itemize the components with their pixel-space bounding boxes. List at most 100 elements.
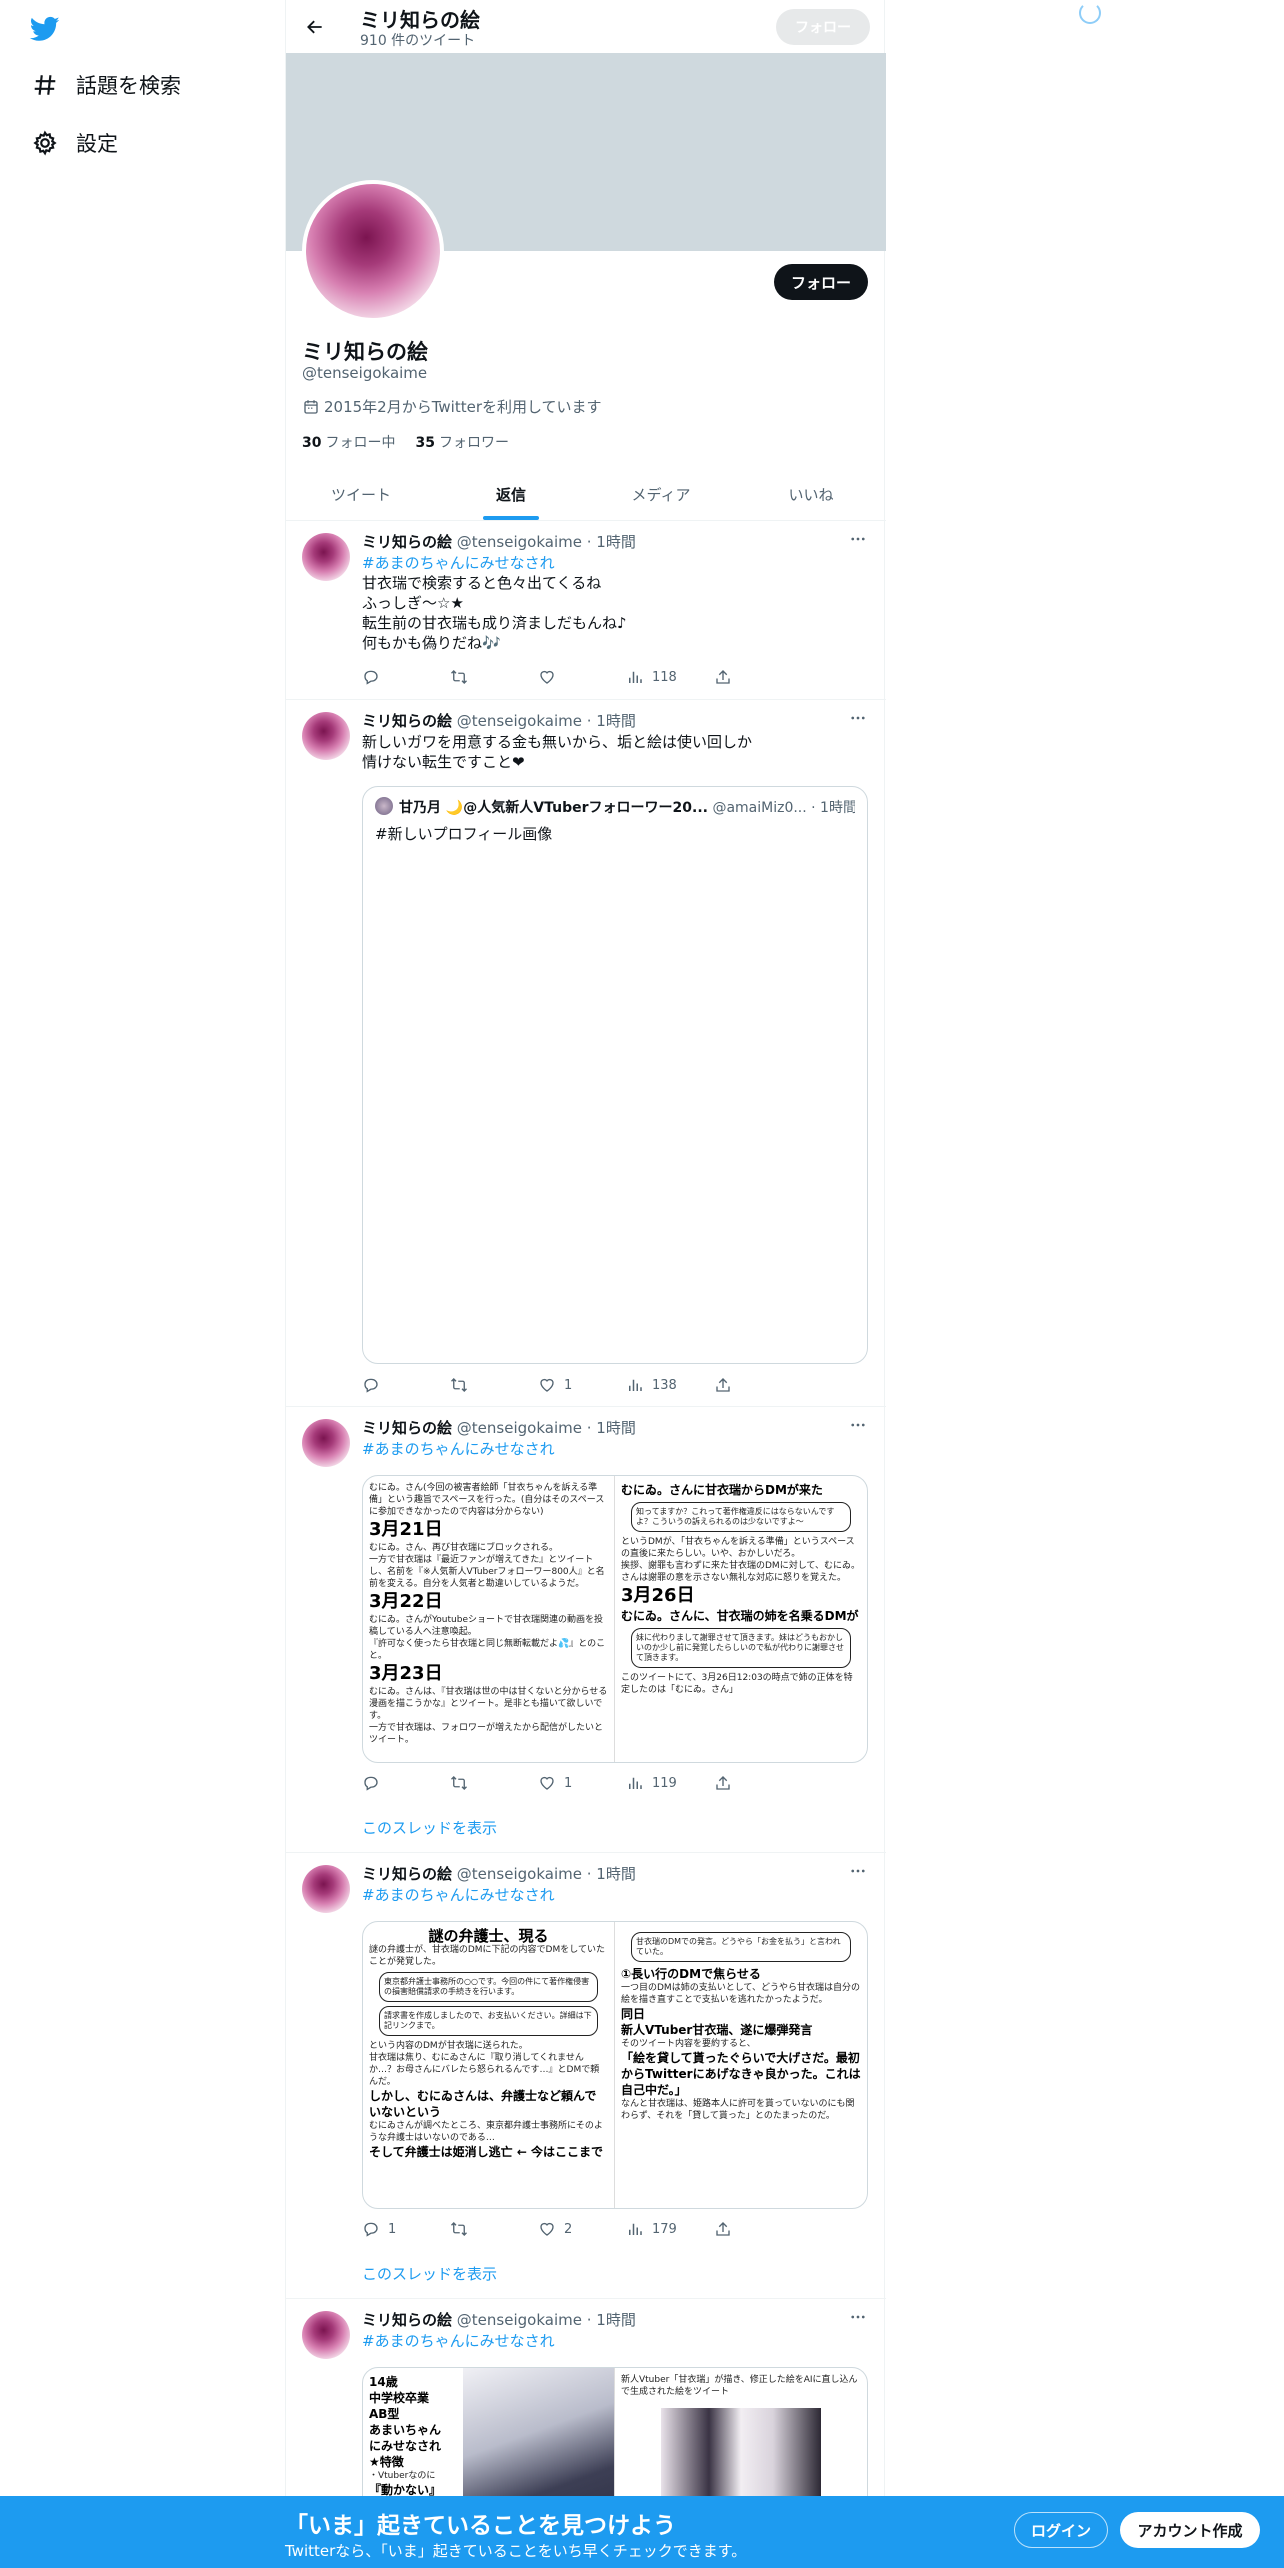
- tweet-line: ふっしぎ～☆★: [362, 594, 464, 612]
- like-button[interactable]: [538, 667, 626, 687]
- tweet[interactable]: ミリ知らの絵 @tenseigokaime · 1時間 新しいガワを用意する金も…: [286, 700, 886, 1407]
- views-button[interactable]: 118: [626, 667, 714, 687]
- back-arrow-icon[interactable]: [302, 14, 328, 40]
- tweet-author-name[interactable]: ミリ知らの絵: [362, 1419, 452, 1437]
- more-options-icon[interactable]: [846, 1859, 870, 1883]
- reply-button[interactable]: [362, 667, 450, 687]
- hashtag-icon: [30, 70, 60, 100]
- reply-icon: [364, 1776, 378, 1791]
- retweet-button[interactable]: [450, 667, 538, 687]
- tweet-header: ミリ知らの絵 @tenseigokaime · 1時間: [362, 2309, 636, 2330]
- tweet-author-name[interactable]: ミリ知らの絵: [362, 712, 452, 730]
- loading-spinner-icon: [1079, 2, 1101, 24]
- signup-button[interactable]: アカウント作成: [1120, 2512, 1260, 2548]
- media-panel-left: 謎の弁護士、現る 謎の弁護士が、甘衣瑞のDMに下記の内容でDMをしていたことが発…: [363, 1922, 615, 2208]
- heart-icon: [540, 1378, 554, 1392]
- tweet-author-name[interactable]: ミリ知らの絵: [362, 2311, 452, 2329]
- tweet-hashtag[interactable]: #あまのちゃんにみせなされ: [362, 1439, 870, 1459]
- tweet-avatar[interactable]: [302, 1419, 350, 1467]
- retweet-button[interactable]: [450, 1773, 538, 1793]
- retweet-button[interactable]: [450, 1375, 538, 1395]
- like-button[interactable]: 1: [538, 1375, 626, 1395]
- tweet-time[interactable]: · 1時間: [587, 1419, 636, 1437]
- retweet-button[interactable]: [450, 2219, 538, 2239]
- tweet-line: 何もかも偽りだね🎶: [362, 634, 501, 652]
- tab-replies[interactable]: 返信: [436, 468, 586, 520]
- reply-button[interactable]: 1: [362, 2219, 450, 2239]
- views-button[interactable]: 179: [626, 2219, 714, 2239]
- tweet-author-handle[interactable]: @tenseigokaime: [457, 2311, 582, 2329]
- share-icon: [716, 1776, 730, 1790]
- reply-button[interactable]: [362, 1375, 450, 1395]
- like-button[interactable]: 2: [538, 2219, 626, 2239]
- views-button[interactable]: 119: [626, 1773, 714, 1793]
- twitter-logo-icon[interactable]: [28, 14, 62, 44]
- more-options-icon[interactable]: [846, 2305, 870, 2329]
- nav-explore[interactable]: 話題を検索: [30, 70, 181, 100]
- profile-avatar[interactable]: [302, 180, 444, 322]
- share-icon: [716, 670, 730, 684]
- tweet-author-handle[interactable]: @tenseigokaime: [457, 1419, 582, 1437]
- quoted-tweet[interactable]: 甘乃月 🌙@人気新人VTuberフォローワー20... @amaiMiz0...…: [362, 786, 868, 1364]
- share-button[interactable]: [714, 1375, 802, 1395]
- tweet-time[interactable]: · 1時間: [587, 533, 636, 551]
- follow-button[interactable]: フォロー: [774, 264, 868, 300]
- tweet-avatar[interactable]: [302, 1865, 350, 1913]
- heart-icon: [540, 1776, 554, 1790]
- tweet-hashtag[interactable]: #あまのちゃんにみせなされ: [362, 553, 870, 573]
- tweet-media-image[interactable]: むにゐ。さん(今回の被害者絵師「甘衣ちゃんを訴える準備」という趣旨でスペースを行…: [362, 1475, 868, 1763]
- tweet-time[interactable]: · 1時間: [587, 2311, 636, 2329]
- share-button[interactable]: [714, 2219, 802, 2239]
- more-options-icon[interactable]: [846, 527, 870, 551]
- tweet-time[interactable]: · 1時間: [587, 712, 636, 730]
- tweet-hashtag[interactable]: #あまのちゃんにみせなされ: [362, 1885, 870, 1905]
- quoted-avatar: [375, 797, 393, 815]
- analytics-icon: [629, 671, 642, 683]
- tweet-avatar[interactable]: [302, 712, 350, 760]
- tweet-avatar[interactable]: [302, 2311, 350, 2359]
- more-options-icon[interactable]: [846, 1413, 870, 1437]
- reply-button[interactable]: [362, 1773, 450, 1793]
- tweet-author-handle[interactable]: @tenseigokaime: [457, 533, 582, 551]
- show-thread-link[interactable]: このスレッドを表示: [362, 1817, 497, 1838]
- tab-likes[interactable]: いいね: [736, 468, 886, 520]
- tab-media[interactable]: メディア: [586, 468, 736, 520]
- tweet[interactable]: ミリ知らの絵 @tenseigokaime · 1時間 #あまのちゃんにみせなさ…: [286, 521, 886, 700]
- tweet-hashtag[interactable]: #あまのちゃんにみせなされ: [362, 2331, 870, 2351]
- share-icon: [716, 2222, 730, 2236]
- tab-tweets[interactable]: ツイート: [286, 468, 436, 520]
- following-link[interactable]: 30 フォロー中: [302, 432, 395, 452]
- like-button[interactable]: 1: [538, 1773, 626, 1793]
- nav-explore-label: 話題を検索: [76, 74, 181, 98]
- tweet-author-handle[interactable]: @tenseigokaime: [457, 712, 582, 730]
- login-button[interactable]: ログイン: [1014, 2512, 1108, 2548]
- header-follow-button[interactable]: フォロー: [776, 9, 870, 45]
- tweet-avatar[interactable]: [302, 533, 350, 581]
- tweet-time[interactable]: · 1時間: [587, 1865, 636, 1883]
- followers-label: フォロワー: [438, 435, 509, 451]
- tweet-author-handle[interactable]: @tenseigokaime: [457, 1865, 582, 1883]
- followers-link[interactable]: 35 フォロワー: [415, 432, 508, 452]
- heart-icon: [540, 2222, 554, 2236]
- nav-settings[interactable]: 設定: [30, 128, 118, 158]
- share-button[interactable]: [714, 667, 802, 687]
- following-count: 30: [302, 435, 322, 451]
- views-button[interactable]: 138: [626, 1375, 714, 1395]
- share-button[interactable]: [714, 1773, 802, 1793]
- tweet-header: ミリ知らの絵 @tenseigokaime · 1時間: [362, 710, 636, 731]
- signup-banner: 「いま」起きていることを見つけよう Twitterなら、「いま」起きていることを…: [0, 2496, 1284, 2568]
- tweet[interactable]: ミリ知らの絵 @tenseigokaime · 1時間 #あまのちゃんにみせなさ…: [286, 1407, 886, 1853]
- analytics-icon: [629, 2223, 642, 2235]
- tweet[interactable]: ミリ知らの絵 @tenseigokaime · 1時間 #あまのちゃんにみせなさ…: [286, 1853, 886, 2299]
- more-options-icon[interactable]: [846, 706, 870, 730]
- media-panel-right: むにゐ。さんに甘衣瑞からDMが来た 知ってますか？これって著作権違反にはならない…: [621, 1483, 860, 1695]
- signup-banner-title: 「いま」起きていることを見つけよう: [285, 2513, 676, 2539]
- tweet-line: 新しいガワを用意する金も無いから、垢と絵は使い回しか: [362, 733, 753, 751]
- tweet-author-name[interactable]: ミリ知らの絵: [362, 1865, 452, 1883]
- tweet-media-image[interactable]: 謎の弁護士、現る 謎の弁護士が、甘衣瑞のDMに下記の内容でDMをしていたことが発…: [362, 1921, 868, 2209]
- heart-icon: [540, 670, 554, 684]
- tweet-text: #あまのちゃんにみせなされ: [362, 2331, 870, 2351]
- tweet-line: 転生前の甘衣瑞も成り済ましだもんね♪: [362, 614, 627, 632]
- show-thread-link[interactable]: このスレッドを表示: [362, 2263, 497, 2284]
- tweet-author-name[interactable]: ミリ知らの絵: [362, 533, 452, 551]
